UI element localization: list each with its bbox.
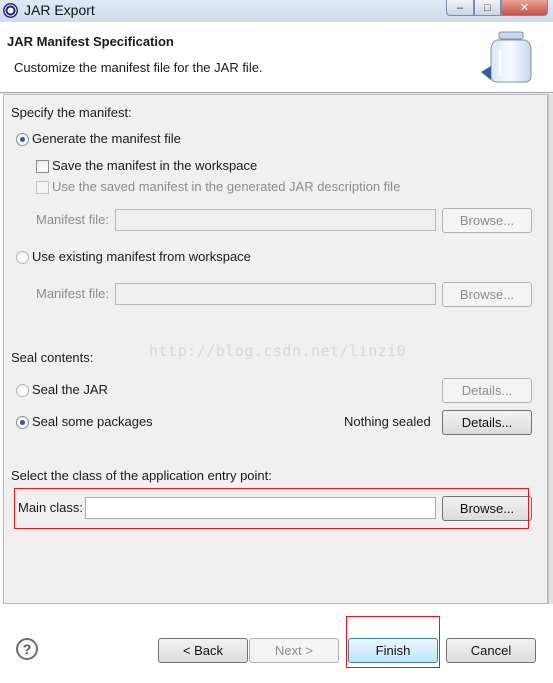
main-class-input[interactable] xyxy=(85,497,436,519)
seal-jar-radio[interactable] xyxy=(16,384,29,397)
main-class-label: Main class: xyxy=(18,500,84,515)
use-existing-manifest-label[interactable]: Use existing manifest from workspace xyxy=(32,249,251,264)
jar-icon xyxy=(481,31,532,83)
manifest-file-input-1[interactable] xyxy=(115,209,436,231)
use-existing-manifest-radio[interactable] xyxy=(16,251,29,264)
seal-packages-details-button[interactable]: Details... xyxy=(442,410,532,435)
page-title: JAR Manifest Specification xyxy=(7,34,174,49)
next-button[interactable]: Next > xyxy=(249,638,339,663)
generate-manifest-radio[interactable] xyxy=(16,133,29,146)
save-manifest-checkbox[interactable] xyxy=(36,160,49,173)
manifest-browse-button-1[interactable]: Browse... xyxy=(442,208,532,233)
title-bar: JAR Export – □ ✕ xyxy=(0,0,553,22)
wizard-header: JAR Manifest Specification Customize the… xyxy=(0,22,553,93)
close-button[interactable]: ✕ xyxy=(501,0,548,16)
maximize-button[interactable]: □ xyxy=(474,0,501,16)
manifest-file-label-2: Manifest file: xyxy=(36,286,109,301)
save-manifest-label[interactable]: Save the manifest in the workspace xyxy=(52,158,257,173)
minimize-button[interactable]: – xyxy=(446,0,474,16)
page-description: Customize the manifest file for the JAR … xyxy=(14,60,263,75)
finish-button[interactable]: Finish xyxy=(348,638,438,663)
manifest-file-label-1: Manifest file: xyxy=(36,212,109,227)
specify-manifest-label: Specify the manifest: xyxy=(11,105,132,120)
manifest-browse-button-2[interactable]: Browse... xyxy=(442,282,532,307)
help-icon[interactable]: ? xyxy=(16,638,38,660)
window-title: JAR Export xyxy=(24,2,95,18)
generate-manifest-label[interactable]: Generate the manifest file xyxy=(32,131,181,146)
use-saved-manifest-label: Use the saved manifest in the generated … xyxy=(52,179,401,194)
seal-jar-details-button[interactable]: Details... xyxy=(442,378,532,403)
scrollbar[interactable] xyxy=(548,94,553,604)
entry-point-label: Select the class of the application entr… xyxy=(11,468,272,483)
seal-contents-label: Seal contents: xyxy=(11,350,94,365)
eclipse-icon xyxy=(3,3,18,18)
manifest-file-input-2[interactable] xyxy=(115,283,436,305)
cancel-button[interactable]: Cancel xyxy=(446,638,536,663)
seal-packages-radio[interactable] xyxy=(16,416,29,429)
back-button[interactable]: < Back xyxy=(158,638,248,663)
watermark-text: http://blog.csdn.net/linzi0 xyxy=(149,342,407,360)
use-saved-manifest-checkbox[interactable] xyxy=(36,181,49,194)
seal-packages-label[interactable]: Seal some packages xyxy=(32,414,153,429)
seal-jar-label[interactable]: Seal the JAR xyxy=(32,382,108,397)
main-class-browse-button[interactable]: Browse... xyxy=(442,496,532,521)
nothing-sealed-status: Nothing sealed xyxy=(344,414,431,429)
